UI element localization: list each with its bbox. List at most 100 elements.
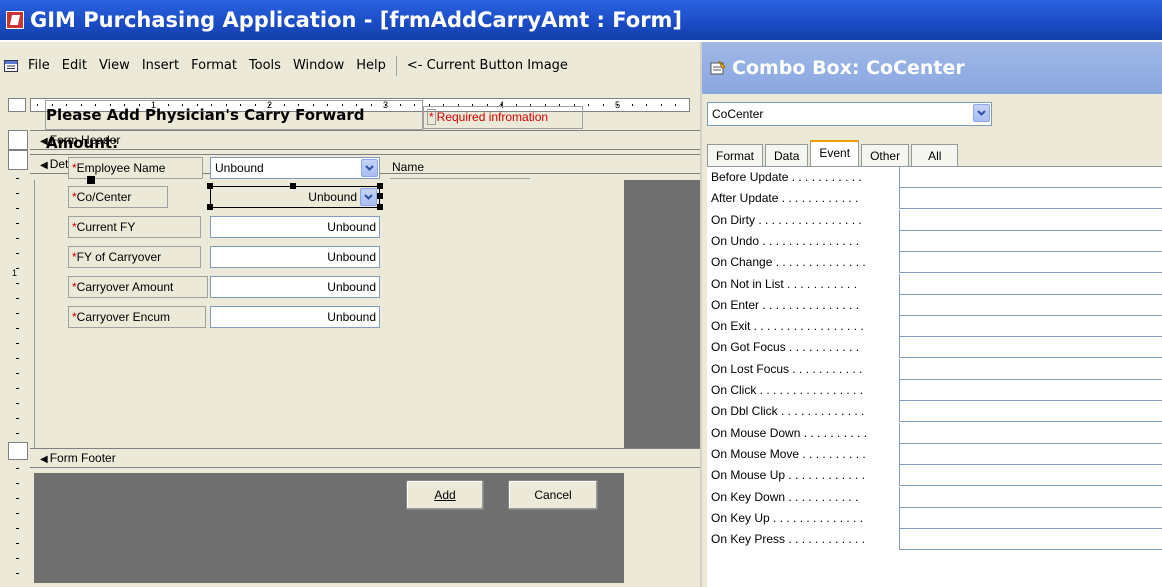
required-info-label[interactable]: * Required infromation: [423, 106, 583, 129]
current-fy-field[interactable]: Unbound: [210, 216, 380, 238]
property-row[interactable]: On Change . . . . . . . . . . . . . .: [707, 252, 1162, 274]
property-row[interactable]: After Update . . . . . . . . . . . .: [707, 188, 1162, 210]
property-value-field[interactable]: [899, 401, 1162, 423]
property-value-field[interactable]: [899, 422, 1162, 444]
carryover-encum-field[interactable]: Unbound: [210, 306, 380, 328]
selection-handle[interactable]: [207, 204, 213, 210]
property-value-field[interactable]: [899, 486, 1162, 508]
property-row[interactable]: On Dbl Click . . . . . . . . . . . . .: [707, 401, 1162, 423]
tab-other[interactable]: Other: [861, 144, 910, 166]
property-row[interactable]: On Mouse Up . . . . . . . . . . . .: [707, 465, 1162, 487]
property-value-field[interactable]: [899, 316, 1162, 338]
ruler-tick: [631, 104, 633, 106]
property-tabs: Format Data Event Other All: [707, 140, 960, 166]
property-value-field[interactable]: [899, 380, 1162, 401]
form-window-icon[interactable]: [4, 56, 18, 76]
tab-format[interactable]: Format: [707, 144, 764, 166]
property-value-field[interactable]: [899, 209, 1162, 231]
property-row[interactable]: On Exit . . . . . . . . . . . . . . . . …: [707, 316, 1162, 338]
ruler-tick: [16, 358, 19, 359]
chevron-down-icon[interactable]: [973, 104, 990, 122]
app-title-bar[interactable]: GIM Purchasing Application - [frmAddCarr…: [0, 0, 1162, 40]
property-row[interactable]: On Mouse Move . . . . . . . . . .: [707, 443, 1162, 465]
property-sheet-title-bar[interactable]: Combo Box: CoCenter: [702, 42, 1162, 94]
property-value-field[interactable]: [899, 358, 1162, 380]
selection-handle[interactable]: [377, 204, 383, 210]
property-name: On Mouse Up . . . . . . . . . . . .: [711, 468, 866, 483]
menu-format[interactable]: Format: [185, 56, 243, 76]
object-selector-value: CoCenter: [712, 107, 764, 121]
property-value-field[interactable]: [899, 443, 1162, 465]
property-value-field[interactable]: [899, 507, 1162, 529]
name-label[interactable]: Name: [390, 157, 530, 179]
menu-view[interactable]: View: [93, 56, 136, 76]
carryover-encum-label[interactable]: *Carryover Encum: [68, 306, 206, 328]
current-fy-label[interactable]: *Current FY: [68, 216, 201, 238]
vertical-ruler[interactable]: 1: [8, 130, 30, 587]
menu-help[interactable]: Help: [350, 56, 392, 76]
property-row[interactable]: On Lost Focus . . . . . . . . . . .: [707, 358, 1162, 380]
form-header-bar[interactable]: ◀ Form Header: [30, 130, 700, 150]
selection-handle[interactable]: [290, 183, 296, 189]
property-row[interactable]: On Enter . . . . . . . . . . . . . . .: [707, 294, 1162, 316]
menu-tools[interactable]: Tools: [243, 56, 287, 76]
ruler-tick: [16, 268, 19, 269]
selection-handle[interactable]: [377, 193, 383, 199]
fy-of-carryover-label[interactable]: *FY of Carryover: [68, 246, 201, 268]
ruler-tick: [16, 403, 19, 404]
menu-edit[interactable]: Edit: [56, 56, 93, 76]
property-value-field[interactable]: [899, 167, 1162, 188]
property-value-field[interactable]: [899, 529, 1162, 551]
detail-selector[interactable]: [8, 150, 28, 170]
field-label-text: Carryover Encum: [76, 310, 171, 324]
ruler-tick: [675, 104, 676, 106]
chevron-down-icon[interactable]: [360, 188, 377, 206]
property-row[interactable]: On Got Focus . . . . . . . . . . .: [707, 337, 1162, 359]
property-row[interactable]: On Key Down . . . . . . . . . . .: [707, 486, 1162, 508]
ruler-tick: [16, 418, 19, 419]
employee-name-combo[interactable]: Unbound: [210, 157, 380, 179]
ruler-tick: [16, 573, 19, 574]
property-value-field[interactable]: [899, 230, 1162, 252]
property-value-field[interactable]: [899, 188, 1162, 210]
add-button[interactable]: Add: [406, 480, 484, 510]
form-heading-label[interactable]: Please Add Physician's Carry Forward Amo…: [45, 100, 423, 152]
object-selector-combo[interactable]: CoCenter: [707, 102, 992, 126]
tab-all[interactable]: All: [911, 144, 959, 166]
property-row[interactable]: Before Update . . . . . . . . . . .: [707, 167, 1162, 188]
chevron-down-icon[interactable]: [361, 159, 378, 177]
ruler-tick: [16, 343, 19, 344]
tab-data[interactable]: Data: [765, 144, 809, 166]
carryover-amount-label[interactable]: *Carryover Amount: [68, 276, 208, 298]
property-row[interactable]: On Dirty . . . . . . . . . . . . . . . .: [707, 209, 1162, 231]
menu-insert[interactable]: Insert: [136, 56, 185, 76]
ruler-corner[interactable]: [8, 98, 26, 112]
property-row[interactable]: On Click . . . . . . . . . . . . . . . .: [707, 380, 1162, 401]
selection-handle[interactable]: [207, 183, 213, 189]
move-handle[interactable]: [87, 176, 95, 184]
property-name: On Mouse Move . . . . . . . . . .: [711, 446, 866, 461]
fy-of-carryover-field[interactable]: Unbound: [210, 246, 380, 268]
header-selector[interactable]: [8, 130, 28, 150]
property-row[interactable]: On Key Press . . . . . . . . . . . .: [707, 529, 1162, 551]
menu-file[interactable]: File: [22, 56, 56, 76]
property-value-field[interactable]: [899, 294, 1162, 316]
form-footer-label: Form Footer: [49, 451, 116, 465]
co-center-combo[interactable]: Unbound: [210, 186, 380, 208]
property-value-field[interactable]: [899, 273, 1162, 295]
tab-event[interactable]: Event: [810, 140, 860, 166]
footer-selector[interactable]: [8, 442, 28, 460]
cancel-button[interactable]: Cancel: [508, 480, 598, 510]
co-center-label[interactable]: *Co/Center: [68, 186, 168, 208]
property-row[interactable]: On Key Up . . . . . . . . . . . . . .: [707, 507, 1162, 529]
selection-handle[interactable]: [377, 183, 383, 189]
property-value-field[interactable]: [899, 465, 1162, 487]
property-row[interactable]: On Mouse Down . . . . . . . . . .: [707, 422, 1162, 444]
property-row[interactable]: On Not in List . . . . . . . . . . .: [707, 273, 1162, 295]
form-footer-bar[interactable]: ◀ Form Footer: [30, 448, 700, 468]
carryover-amount-field[interactable]: Unbound: [210, 276, 380, 298]
property-value-field[interactable]: [899, 337, 1162, 359]
property-row[interactable]: On Undo . . . . . . . . . . . . . . .: [707, 230, 1162, 252]
property-value-field[interactable]: [899, 252, 1162, 274]
menu-window[interactable]: Window: [287, 56, 350, 76]
